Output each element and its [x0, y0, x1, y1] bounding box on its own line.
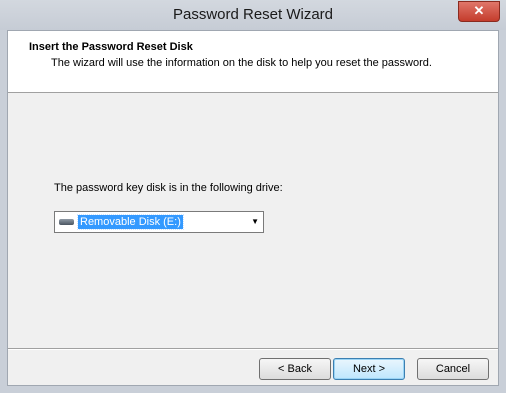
wizard-window: Password Reset Wizard ✕ Insert the Passw… — [0, 0, 506, 393]
close-button[interactable]: ✕ — [458, 1, 500, 22]
button-separator — [8, 348, 498, 350]
close-icon: ✕ — [473, 3, 485, 18]
drive-prompt-label: The password key disk is in the followin… — [54, 182, 283, 194]
drive-select-value: Removable Disk (E:) — [77, 214, 184, 230]
chevron-down-icon[interactable]: ▼ — [251, 217, 259, 226]
page-subtitle: The wizard will use the information on t… — [51, 57, 432, 69]
cancel-button[interactable]: Cancel — [417, 358, 489, 380]
wizard-page: Insert the Password Reset Disk The wizar… — [7, 30, 499, 386]
page-title: Insert the Password Reset Disk — [29, 41, 193, 53]
wizard-header: Insert the Password Reset Disk The wizar… — [8, 31, 498, 93]
drive-select[interactable]: Removable Disk (E:) ▼ — [54, 211, 264, 233]
removable-drive-icon — [59, 219, 74, 225]
back-button[interactable]: < Back — [259, 358, 331, 380]
next-button[interactable]: Next > — [333, 358, 405, 380]
title-bar[interactable]: Password Reset Wizard ✕ — [0, 0, 506, 30]
window-title: Password Reset Wizard — [172, 6, 334, 23]
